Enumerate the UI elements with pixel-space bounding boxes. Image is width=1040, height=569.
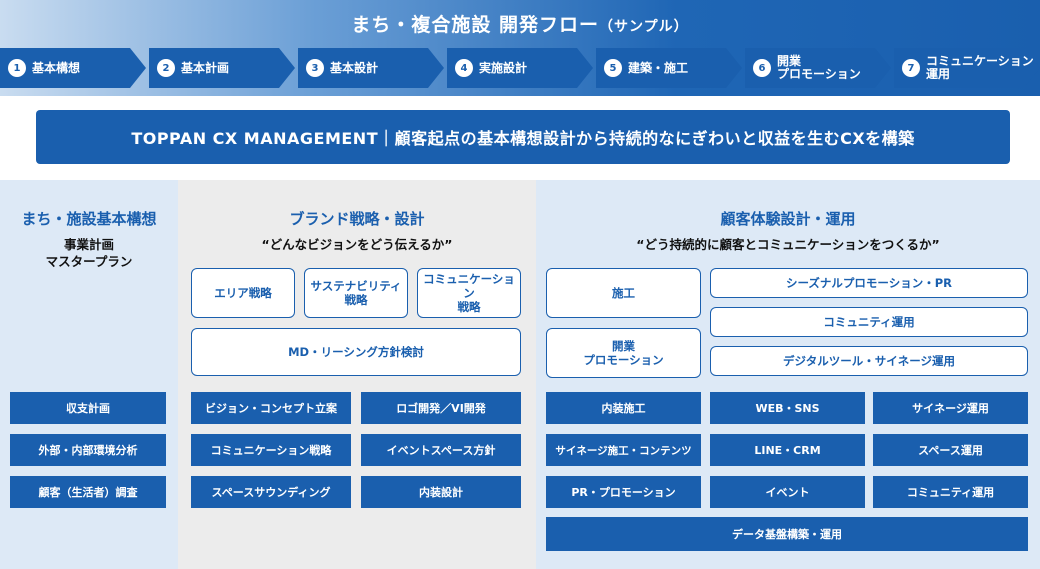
item-box: サイネージ施工・コンテンツ [546, 434, 701, 466]
item-box: LINE・CRM [710, 434, 865, 466]
flow-steps: 1 基本構想 2 基本計画 3 基本設計 4 実施設計 5 建築・施工 6 開業 プロモーシ… [0, 48, 1040, 88]
item-box: ロゴ開発／VI開発 [361, 392, 521, 424]
column-cx-design: 顧客体験設計・運用 “どう持続的に顧客とコミュニケーションをつくるか” 施工 開… [536, 180, 1040, 569]
title-suffix: （サンプル） [599, 19, 689, 35]
flow-step-1: 1 基本構想 [0, 48, 146, 88]
item-box: スペースサウンディング [191, 476, 351, 508]
white-box: サステナビリティ 戦略 [304, 268, 408, 318]
item-box: イベントスペース方針 [361, 434, 521, 466]
column-title: まち・施設基本構想 [21, 210, 157, 228]
item-box: ビジョン・コンセプト立案 [191, 392, 351, 424]
item-box-wide: データ基盤構築・運用 [546, 517, 1028, 551]
item-box: 内装施工 [546, 392, 701, 424]
item-box: スペース運用 [873, 434, 1028, 466]
item-box: 収支計画 [10, 392, 166, 424]
column-subtitle: “どんなビジョンをどう伝えるか” [261, 237, 453, 252]
flow-step-7: 7 コミュニケーション 運用 [894, 48, 1040, 88]
column-title: ブランド戦略・設計 [289, 210, 425, 228]
item-box: 外部・内部環境分析 [10, 434, 166, 466]
white-box: デジタルツール・サイネージ運用 [710, 346, 1028, 376]
flow-step-4: 4 実施設計 [447, 48, 593, 88]
cx-banner: TOPPAN CX MANAGEMENT｜顧客起点の基本構想設計から持続的なにぎ… [36, 110, 1010, 164]
flow-step-3: 3 基本設計 [298, 48, 444, 88]
column-title: 顧客体験設計・運用 [720, 210, 856, 228]
white-box: シーズナルプロモーション・PR [710, 268, 1028, 298]
white-box: エリア戦略 [191, 268, 295, 318]
item-box: PR・プロモーション [546, 476, 701, 508]
white-box: コミュニケーション 戦略 [417, 268, 521, 318]
flow-step-6: 6 開業 プロモーション [745, 48, 891, 88]
column-basic-concept: まち・施設基本構想 事業計画 マスタープラン 収支計画 外部・内部環境分析 顧客… [0, 180, 178, 569]
flow-step-5: 5 建築・施工 [596, 48, 742, 88]
column-subtitle: “どう持続的に顧客とコミュニケーションをつくるか” [636, 237, 940, 252]
item-box: WEB・SNS [710, 392, 865, 424]
item-box: サイネージ運用 [873, 392, 1028, 424]
item-box: イベント [710, 476, 865, 508]
page-title: まち・複合施設 開発フロー（サンプル） [351, 14, 689, 36]
white-box: MD・リーシング方針検討 [191, 328, 521, 376]
item-box: 内装設計 [361, 476, 521, 508]
item-box: コミュニティ運用 [873, 476, 1028, 508]
item-box: 顧客（生活者）調査 [10, 476, 166, 508]
flow-step-2: 2 基本計画 [149, 48, 295, 88]
column-brand-strategy: ブランド戦略・設計 “どんなビジョンをどう伝えるか” エリア戦略 サステナビリテ… [178, 180, 536, 569]
white-box: 施工 [546, 268, 701, 318]
item-box: コミュニケーション戦略 [191, 434, 351, 466]
white-box: 開業 プロモーション [546, 328, 701, 378]
column-subtitle: 事業計画 マスタープラン [45, 237, 133, 269]
header-band: まち・複合施設 開発フロー（サンプル） 1 基本構想 2 基本計画 3 基本設計 4実… [0, 0, 1040, 96]
white-box: コミュニティ運用 [710, 307, 1028, 337]
